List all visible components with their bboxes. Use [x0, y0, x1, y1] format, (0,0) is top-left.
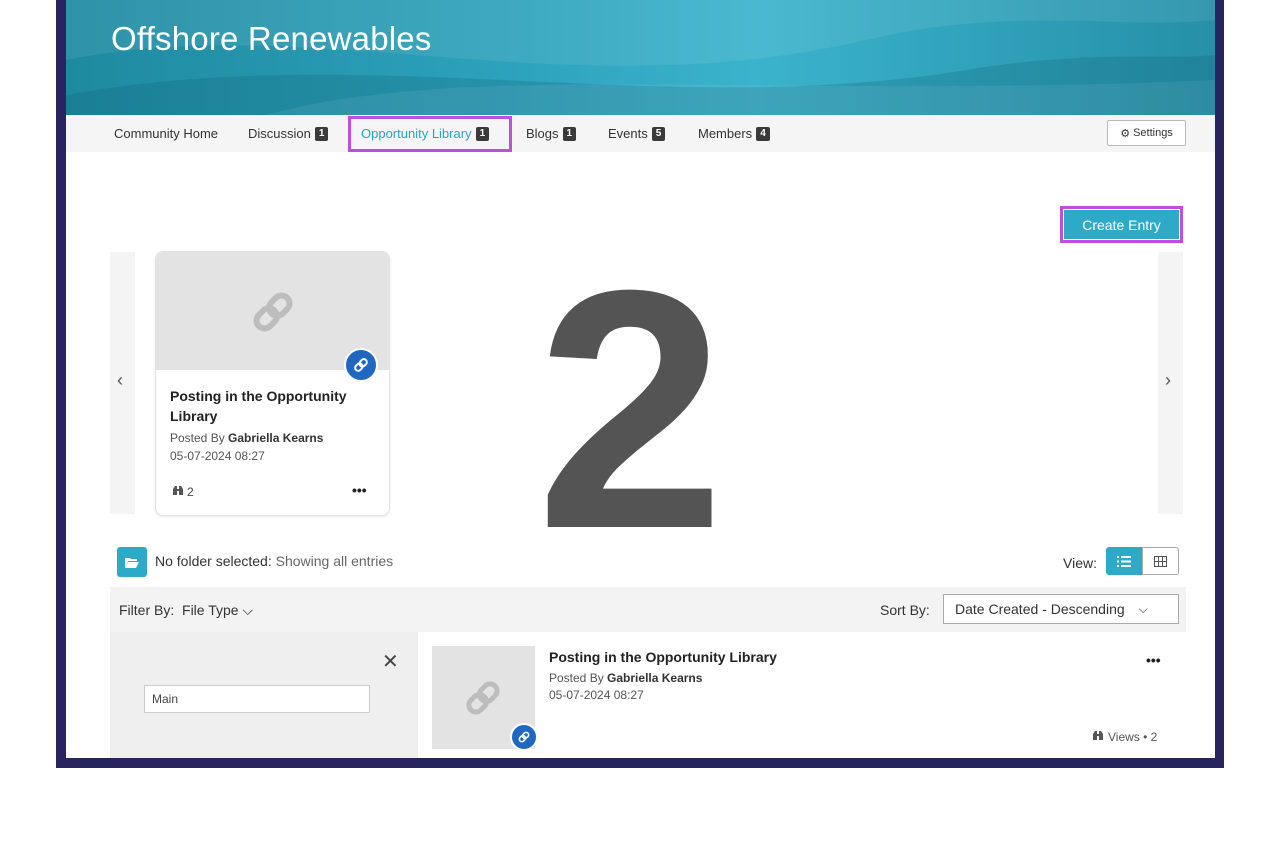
tab-label: Discussion — [248, 126, 311, 141]
filter-bar: Filter By: File Type ⌵ Sort By: Date Cre… — [110, 587, 1186, 632]
entry-card[interactable]: Posting in the Opportunity Library Poste… — [155, 251, 390, 516]
count-badge: 4 — [756, 126, 770, 141]
gear-icon: ⚙ — [1120, 127, 1131, 140]
views-count: Views • 2 — [1092, 730, 1157, 744]
folder-status-detail: Showing all entries — [275, 553, 394, 569]
community-title: Offshore Renewables — [111, 20, 432, 57]
chevron-left-icon: ‹ — [117, 370, 123, 390]
community-nav: Community Home Discussion 1 Opportunity … — [66, 115, 1215, 152]
folder-status: No folder selected: Showing all entries — [155, 553, 393, 569]
tab-label: Members — [698, 126, 753, 141]
view-label: View: — [1063, 555, 1097, 571]
page: Offshore Renewables Community Home Discu… — [66, 0, 1215, 758]
folder-status-label: No folder selected: — [155, 553, 272, 569]
entry-meta: Posted By Gabriella Kearns 05-07-2024 08… — [549, 670, 702, 704]
link-type-icon — [510, 723, 538, 751]
close-icon[interactable]: ✕ — [382, 649, 399, 674]
entry-meta: Posted By Gabriella Kearns 05-07-2024 08… — [170, 429, 323, 465]
community-banner: Offshore Renewables — [66, 0, 1215, 115]
list-icon — [1117, 555, 1131, 567]
views-count: 2 — [172, 485, 194, 499]
settings-label: Settings — [1133, 127, 1173, 139]
chevron-down-icon: ⌵ — [1138, 601, 1148, 616]
author-name[interactable]: Gabriella Kearns — [228, 431, 323, 445]
posted-by-label: Posted By — [549, 671, 604, 685]
author-name[interactable]: Gabriella Kearns — [607, 671, 702, 685]
filter-by-label: Filter By: — [119, 602, 175, 618]
views-value: 2 — [187, 485, 194, 499]
grid-icon — [1154, 555, 1167, 567]
count-badge: 1 — [562, 126, 577, 141]
binoculars-icon — [172, 485, 184, 499]
chevron-right-icon: › — [1165, 370, 1171, 390]
sort-by-label: Sort By: — [880, 602, 930, 618]
more-options-icon[interactable]: ••• — [352, 482, 367, 498]
file-type-dropdown[interactable]: File Type ⌵ — [182, 602, 253, 618]
list-view-button[interactable] — [1106, 547, 1142, 575]
tab-label: Community Home — [114, 126, 219, 141]
create-entry-button[interactable]: Create Entry — [1064, 210, 1179, 239]
count-badge: 1 — [314, 126, 329, 141]
sort-value: Date Created - Descending — [955, 601, 1125, 617]
highlight-box — [348, 116, 512, 152]
grid-view-button[interactable] — [1142, 547, 1179, 575]
file-type-label: File Type — [182, 602, 239, 618]
tab-members[interactable]: Members 4 — [698, 126, 770, 141]
carousel-next-button[interactable]: › — [1158, 252, 1183, 514]
filter-by: Filter By: File Type ⌵ — [119, 602, 253, 619]
folder-open-icon[interactable] — [117, 547, 147, 577]
tab-label: Events — [608, 126, 648, 141]
settings-button[interactable]: ⚙ Settings — [1107, 120, 1186, 146]
folder-name-field[interactable]: Main — [144, 685, 370, 713]
views-label: Views • 2 — [1108, 730, 1158, 744]
binoculars-icon — [1092, 730, 1104, 744]
folder-panel: ✕ Main — [110, 632, 418, 758]
carousel-prev-button[interactable]: ‹ — [110, 252, 135, 514]
tab-community-home[interactable]: Community Home — [114, 126, 218, 141]
sort-select[interactable]: Date Created - Descending ⌵ — [943, 594, 1179, 624]
link-type-icon — [344, 348, 378, 382]
chevron-down-icon: ⌵ — [242, 602, 254, 618]
step-number: 2 — [536, 220, 726, 600]
tab-events[interactable]: Events 5 — [608, 126, 666, 141]
entry-title[interactable]: Posting in the Opportunity Library — [170, 386, 370, 426]
tab-blogs[interactable]: Blogs 1 — [526, 126, 577, 141]
more-options-icon[interactable]: ••• — [1146, 652, 1161, 668]
tab-label: Blogs — [526, 126, 559, 141]
posted-by-label: Posted By — [170, 431, 225, 445]
entry-date: 05-07-2024 08:27 — [170, 449, 265, 463]
entry-title[interactable]: Posting in the Opportunity Library — [549, 649, 777, 665]
entry-date: 05-07-2024 08:27 — [549, 688, 644, 702]
tab-discussion[interactable]: Discussion 1 — [248, 126, 329, 141]
count-badge: 5 — [651, 126, 666, 141]
